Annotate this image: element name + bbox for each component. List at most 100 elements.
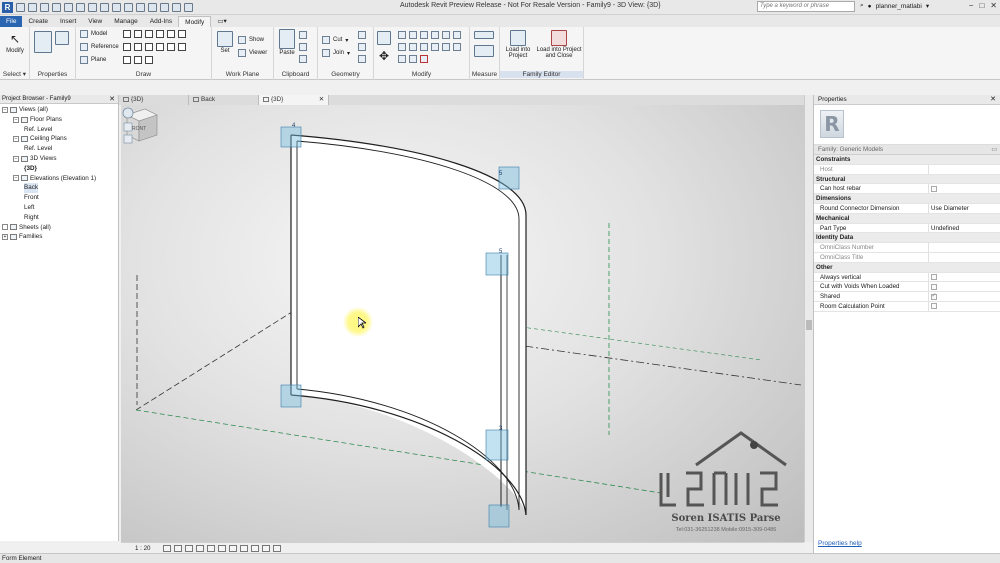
- chevron-down-icon[interactable]: ▾: [926, 2, 929, 10]
- tree-item[interactable]: − Floor Plans: [0, 115, 118, 125]
- tree-item[interactable]: {3D}: [0, 164, 118, 174]
- family-selector[interactable]: Family: Generic Models ▭: [814, 145, 1000, 155]
- property-value[interactable]: [929, 282, 1000, 291]
- property-group-header[interactable]: Constraints: [814, 155, 1000, 165]
- tab-back-view[interactable]: Back: [189, 95, 259, 105]
- tree-item[interactable]: − Views (all): [0, 105, 118, 115]
- property-group-header[interactable]: Structural: [814, 174, 1000, 185]
- tab-modify[interactable]: Modify: [178, 16, 212, 27]
- line-tool-icon[interactable]: [123, 30, 131, 38]
- arc-tangent-icon[interactable]: [134, 43, 142, 51]
- temporary-hide-icon[interactable]: [251, 544, 260, 552]
- unpin-icon[interactable]: [453, 43, 461, 51]
- show-work-plane-button[interactable]: Show: [238, 36, 264, 44]
- canvas-scrollbar[interactable]: [804, 95, 813, 542]
- tree-item[interactable]: Back: [0, 183, 118, 194]
- array-icon[interactable]: [398, 55, 406, 63]
- tab-3d-view-active[interactable]: {3D} ✕: [259, 95, 329, 105]
- pick-faces-icon[interactable]: [145, 56, 153, 64]
- sun-path-icon[interactable]: [185, 544, 194, 552]
- maximize-icon[interactable]: □: [979, 1, 984, 10]
- partial-ellipse-icon[interactable]: [167, 43, 175, 51]
- collapse-icon[interactable]: [2, 224, 8, 231]
- reveal-hidden-icon[interactable]: [262, 544, 271, 552]
- offset-icon[interactable]: [398, 31, 406, 39]
- crop-view-icon[interactable]: [218, 544, 227, 552]
- print-icon[interactable]: [76, 2, 85, 12]
- close-icon[interactable]: ✕: [990, 95, 996, 103]
- property-group-header[interactable]: Mechanical: [814, 213, 1000, 224]
- property-value[interactable]: Undefined: [929, 224, 1000, 233]
- detail-level-icon[interactable]: [163, 544, 172, 552]
- property-value[interactable]: [929, 302, 1000, 311]
- zoom-extents-icon[interactable]: [123, 134, 133, 144]
- show-crop-icon[interactable]: [229, 544, 238, 552]
- property-group-header[interactable]: Dimensions: [814, 194, 1000, 204]
- thin-lines-icon[interactable]: [160, 2, 169, 12]
- tree-item[interactable]: Sheets (all): [0, 223, 118, 233]
- pick-lines-icon[interactable]: [178, 43, 186, 51]
- tab-insert[interactable]: Insert: [54, 16, 82, 27]
- tree-item[interactable]: − Ceiling Plans: [0, 134, 118, 144]
- point-element-icon[interactable]: [134, 56, 142, 64]
- tree-item[interactable]: Ref. Level: [0, 144, 118, 154]
- tab-view[interactable]: View: [82, 16, 108, 27]
- tag-icon[interactable]: [112, 2, 121, 12]
- circle-tool-icon[interactable]: [156, 30, 164, 38]
- polygon-tool-icon[interactable]: [145, 30, 153, 38]
- shadows-icon[interactable]: [196, 544, 205, 552]
- close-icon[interactable]: ✕: [990, 1, 997, 10]
- align-button[interactable]: [377, 31, 391, 46]
- minimize-icon[interactable]: −: [969, 1, 974, 10]
- split-gap-icon[interactable]: [453, 31, 461, 39]
- drawing-canvas[interactable]: 4 5 5 3 FRONT Soren ISATIS Parse Tel:031…: [121, 105, 804, 542]
- cut-clipboard-icon[interactable]: [299, 43, 307, 51]
- load-into-project-button[interactable]: Load into Project: [502, 30, 534, 59]
- trim-single-icon[interactable]: [420, 43, 428, 51]
- property-value[interactable]: [929, 165, 1000, 174]
- rotate-icon[interactable]: [409, 43, 417, 51]
- collapse-icon[interactable]: −: [2, 106, 8, 113]
- property-value[interactable]: [929, 253, 1000, 262]
- unlock-view-icon[interactable]: [240, 544, 249, 552]
- collapse-icon[interactable]: −: [13, 136, 19, 143]
- vertex-grip[interactable]: [280, 126, 302, 148]
- tab-create[interactable]: Create: [22, 16, 54, 27]
- pin-icon[interactable]: [442, 43, 450, 51]
- vertex-grip[interactable]: [280, 384, 302, 408]
- property-group-header[interactable]: Other: [814, 262, 1000, 273]
- mirror-axis-icon[interactable]: [409, 31, 417, 39]
- match-properties-icon[interactable]: [299, 55, 307, 63]
- property-value[interactable]: [929, 273, 1000, 282]
- section-icon[interactable]: [148, 2, 157, 12]
- tree-item[interactable]: − Elevations (Elevation 1): [0, 174, 118, 184]
- arc-tool-icon[interactable]: [167, 30, 175, 38]
- reference-level-line[interactable]: [135, 409, 662, 494]
- property-checkbox[interactable]: [931, 303, 937, 310]
- sync-icon[interactable]: [40, 2, 49, 12]
- copy-modify-icon[interactable]: [398, 43, 406, 51]
- vertex-grip[interactable]: [485, 252, 509, 276]
- render-icon[interactable]: [207, 544, 216, 552]
- mirror-draw-icon[interactable]: [420, 31, 428, 39]
- revit-logo-icon[interactable]: R: [2, 1, 13, 13]
- tab-manage[interactable]: Manage: [108, 16, 144, 27]
- select-panel-label[interactable]: Select ▾: [0, 70, 29, 78]
- property-checkbox[interactable]: [931, 292, 937, 301]
- collapse-icon[interactable]: −: [13, 116, 19, 123]
- user-icon[interactable]: ●: [868, 3, 872, 10]
- save-icon[interactable]: [28, 2, 37, 12]
- close-hidden-icon[interactable]: [172, 2, 181, 12]
- user-name[interactable]: planner_matlabi: [876, 3, 922, 10]
- split-face-icon[interactable]: [358, 31, 366, 39]
- delete-icon[interactable]: [420, 55, 428, 63]
- split-icon[interactable]: [442, 31, 450, 39]
- paste-button[interactable]: Paste: [278, 29, 296, 56]
- property-value[interactable]: [929, 292, 1000, 301]
- help-search-input[interactable]: Type a keyword or phrase: [757, 1, 855, 12]
- tree-item[interactable]: Right: [0, 213, 118, 223]
- expand-icon[interactable]: +: [2, 234, 8, 241]
- reference-plane-button[interactable]: Plane: [80, 56, 106, 64]
- steering-wheel-icon[interactable]: [122, 107, 134, 119]
- spline-tool-icon[interactable]: [178, 30, 186, 38]
